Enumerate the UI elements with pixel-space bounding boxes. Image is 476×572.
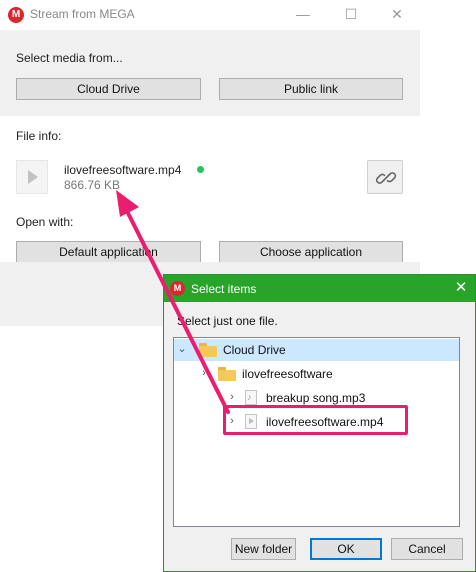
link-icon xyxy=(375,172,397,184)
video-file-icon xyxy=(16,160,48,194)
chevron-right-icon[interactable]: › xyxy=(226,390,238,404)
instruction-text: Select just one file. xyxy=(177,314,278,328)
maximize-button[interactable]: ☐ xyxy=(328,2,374,28)
folder-icon xyxy=(218,367,236,381)
window-title: Stream from MEGA xyxy=(30,7,135,21)
mega-logo-icon: M xyxy=(170,281,185,296)
folder-icon xyxy=(199,343,217,357)
chevron-right-icon[interactable]: › xyxy=(198,366,210,380)
select-media-label: Select media from... xyxy=(16,51,123,65)
cloud-drive-button[interactable]: Cloud Drive xyxy=(16,78,201,100)
minimize-button[interactable]: — xyxy=(280,2,326,28)
copy-link-button[interactable] xyxy=(367,160,403,194)
tree-node-cloud-drive[interactable]: ⌄ Cloud Drive xyxy=(174,339,459,361)
tree-label-cloud-drive: Cloud Drive xyxy=(223,343,286,357)
mega-logo-icon: M xyxy=(8,7,24,23)
new-folder-button[interactable]: New folder xyxy=(231,538,296,560)
dialog-close-button[interactable]: ✕ xyxy=(450,278,472,298)
dialog-title: Select items xyxy=(191,282,257,296)
annotation-highlight-box xyxy=(223,405,408,435)
select-media-section: Select media from... Cloud Drive Public … xyxy=(0,30,420,116)
status-dot-icon xyxy=(197,166,204,173)
file-info-section: File info: ilovefreesoftware.mp4 866.76 … xyxy=(0,116,420,263)
cancel-button[interactable]: Cancel xyxy=(391,538,463,560)
ok-button[interactable]: OK xyxy=(310,538,382,560)
choose-application-button[interactable]: Choose application xyxy=(219,241,403,263)
file-name: ilovefreesoftware.mp4 xyxy=(64,163,182,177)
tree-node-ilovefreesoftware[interactable]: › ilovefreesoftware xyxy=(174,363,459,385)
audio-file-icon: ♪ xyxy=(245,390,257,405)
open-with-label: Open with: xyxy=(16,215,74,229)
default-application-button[interactable]: Default application xyxy=(16,241,201,263)
chevron-down-icon[interactable]: ⌄ xyxy=(176,342,188,356)
tree-label-file: breakup song.mp3 xyxy=(266,391,366,405)
dialog-titlebar: M Select items ✕ xyxy=(164,275,475,302)
tree-label-folder: ilovefreesoftware xyxy=(242,367,333,381)
window-titlebar: M Stream from MEGA — ☐ ✕ xyxy=(0,0,420,30)
close-button[interactable]: ✕ xyxy=(374,2,420,28)
public-link-button[interactable]: Public link xyxy=(219,78,403,100)
file-size: 866.76 KB xyxy=(64,178,121,192)
file-info-label: File info: xyxy=(16,129,62,143)
